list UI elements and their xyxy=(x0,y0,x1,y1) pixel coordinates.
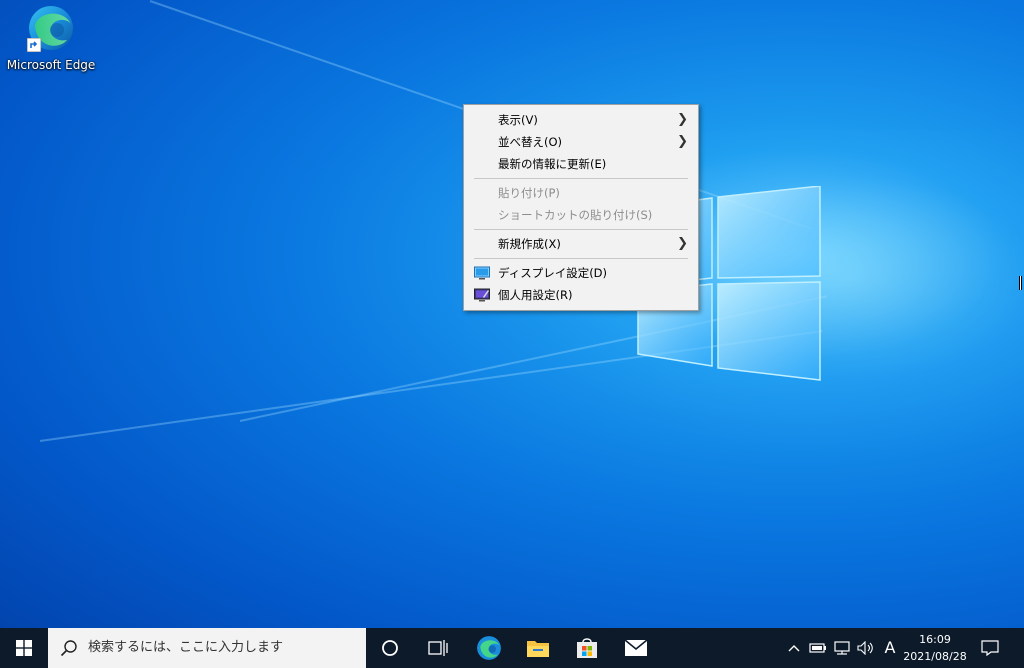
menu-item-refresh[interactable]: 最新の情報に更新(E) xyxy=(464,153,698,175)
task-view-button[interactable] xyxy=(414,628,462,668)
file-explorer-icon xyxy=(527,641,549,657)
menu-item-label: 並べ替え(O) xyxy=(498,135,563,149)
menu-item-label: 個人用設定(R) xyxy=(498,288,573,302)
network-icon xyxy=(834,641,850,655)
network-tray-button[interactable] xyxy=(830,628,854,668)
menu-item-label: 表示(V) xyxy=(498,113,538,127)
menu-item-label: ディスプレイ設定(D) xyxy=(498,266,608,280)
chevron-right-icon: ❯ xyxy=(677,236,688,251)
cortana-icon xyxy=(382,640,398,656)
taskbar-search-box[interactable]: 検索するには、ここに入力します xyxy=(48,628,366,668)
menu-item-label: 新規作成(X) xyxy=(498,237,561,251)
show-hidden-icons-button[interactable] xyxy=(782,628,806,668)
volume-icon xyxy=(857,641,873,655)
search-icon xyxy=(60,640,77,657)
desktop-context-menu: 表示(V) ❯ 並べ替え(O) ❯ 最新の情報に更新(E) 貼り付け(P) ショ… xyxy=(463,104,699,311)
chevron-right-icon: ❯ xyxy=(677,134,688,149)
taskbar-mail-button[interactable] xyxy=(612,628,660,668)
edge-icon xyxy=(477,636,501,660)
battery-tray-button[interactable] xyxy=(806,628,830,668)
wallpaper-ray xyxy=(39,330,823,442)
edge-icon xyxy=(27,4,75,52)
battery-icon xyxy=(809,643,826,653)
desktop-icon-microsoft-edge[interactable]: Microsoft Edge xyxy=(6,4,96,76)
taskbar-store-button[interactable] xyxy=(563,628,611,668)
chevron-up-icon xyxy=(788,645,800,652)
menu-item-label: ショートカットの貼り付け(S) xyxy=(498,208,653,222)
desktop-wallpaper xyxy=(0,0,1024,628)
menu-item-personalize[interactable]: 個人用設定(R) xyxy=(464,284,698,306)
menu-item-view[interactable]: 表示(V) ❯ xyxy=(464,109,698,131)
action-center-button[interactable] xyxy=(968,628,1012,668)
clock-time: 16:09 xyxy=(919,633,951,646)
ime-mode-indicator[interactable]: A xyxy=(880,628,900,668)
menu-separator xyxy=(474,229,688,230)
menu-item-label: 貼り付け(P) xyxy=(498,186,560,200)
taskbar-clock[interactable]: 16:09 2021/08/28 xyxy=(902,631,968,665)
menu-item-label: 最新の情報に更新(E) xyxy=(498,157,607,171)
menu-item-paste-shortcut: ショートカットの貼り付け(S) xyxy=(464,204,698,226)
cortana-button[interactable] xyxy=(366,628,414,668)
taskbar-file-explorer-button[interactable] xyxy=(514,628,562,668)
wallpaper-ray xyxy=(239,295,828,422)
menu-item-sort-by[interactable]: 並べ替え(O) ❯ xyxy=(464,131,698,153)
taskbar: 検索するには、ここに入力します A 16:09 2021/08/28 xyxy=(0,628,1024,668)
windows-start-icon xyxy=(16,640,32,656)
chevron-right-icon: ❯ xyxy=(677,112,688,127)
menu-separator xyxy=(474,178,688,179)
notification-icon xyxy=(981,640,999,656)
start-button[interactable] xyxy=(0,628,48,668)
volume-tray-button[interactable] xyxy=(854,628,878,668)
personalize-icon xyxy=(474,288,490,302)
desktop-icon-label: Microsoft Edge xyxy=(6,58,96,72)
store-icon xyxy=(577,638,597,658)
shortcut-arrow-icon xyxy=(27,38,41,52)
mail-icon xyxy=(624,639,648,656)
search-placeholder: 検索するには、ここに入力します xyxy=(88,640,284,655)
clock-date: 2021/08/28 xyxy=(903,650,967,663)
display-icon xyxy=(474,266,490,280)
taskbar-edge-button[interactable] xyxy=(465,628,513,668)
menu-separator xyxy=(474,258,688,259)
menu-item-new[interactable]: 新規作成(X) ❯ xyxy=(464,233,698,255)
menu-item-paste: 貼り付け(P) xyxy=(464,182,698,204)
text-cursor xyxy=(1019,276,1022,290)
task-view-icon xyxy=(428,640,448,656)
menu-item-display-settings[interactable]: ディスプレイ設定(D) xyxy=(464,262,698,284)
